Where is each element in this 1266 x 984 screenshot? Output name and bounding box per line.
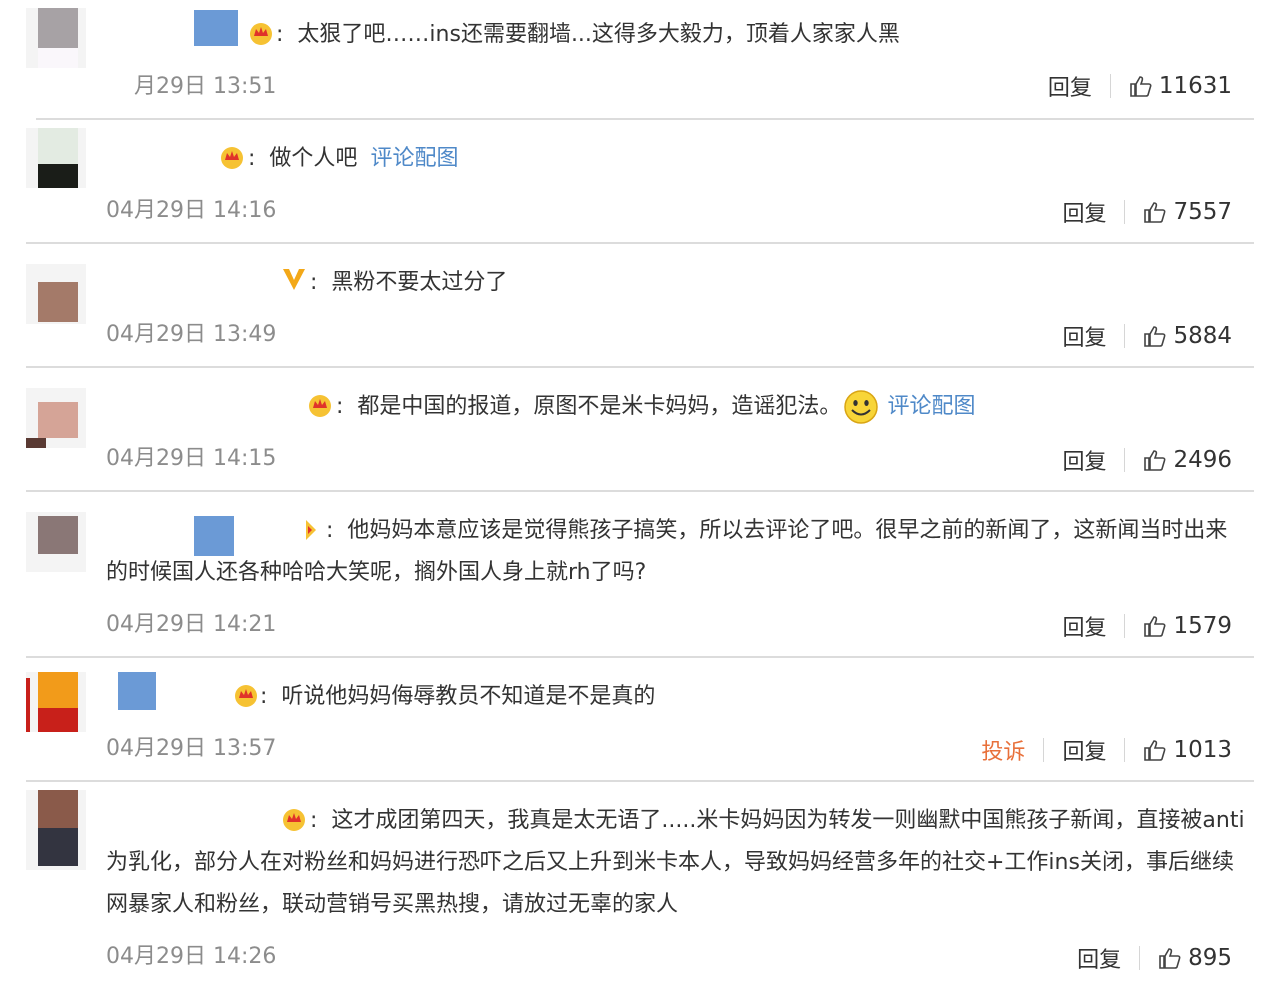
crown-badge-icon [221, 147, 243, 169]
crown-badge-icon [309, 395, 331, 417]
reply-button[interactable]: 回复 [1062, 320, 1106, 352]
divider [1124, 614, 1126, 638]
comment-item: : 他妈妈本意应该是觉得熊孩子搞笑，所以去评论了吧。很早之前的新闻了，这新闻当时出… [0, 492, 1266, 656]
comment-actions: 回复 2496 [1062, 444, 1232, 476]
thumbs-up-icon [1144, 616, 1166, 637]
comment-item: : 听说他妈妈侮辱教员不知道是不是真的 04月29日 13:57 投诉 回复 10… [0, 658, 1266, 780]
like-button[interactable]: 895 [1158, 945, 1232, 971]
crown-badge-icon [250, 23, 272, 45]
like-button[interactable]: 1579 [1143, 613, 1232, 639]
comment-actions: 回复 895 [1077, 942, 1232, 974]
avatar[interactable] [26, 8, 86, 68]
divider [1124, 448, 1126, 472]
comment-text: : 这才成团第四天，我真是太无语了.....米卡妈妈因为转发一则幽默中国熊孩子新闻… [106, 808, 1245, 917]
thumbs-up-icon [1144, 326, 1166, 347]
username[interactable] [118, 672, 156, 710]
timestamp: 04月29日 14:16 [106, 198, 277, 223]
v-badge-icon [283, 269, 305, 290]
timestamp: 04月29日 13:49 [106, 322, 277, 347]
timestamp: 04月29日 14:15 [106, 446, 277, 471]
avatar[interactable] [26, 388, 86, 448]
comment-actions: 回复 11631 [1048, 70, 1232, 102]
avatar[interactable] [26, 790, 86, 870]
divider [1124, 200, 1126, 224]
avatar[interactable] [26, 128, 86, 188]
divider [1109, 74, 1111, 98]
comment-item: : 这才成团第四天，我真是太无语了.....米卡妈妈因为转发一则幽默中国熊孩子新闻… [0, 782, 1266, 984]
timestamp: 04月29日 14:26 [106, 944, 277, 969]
crown-badge-icon [235, 685, 257, 707]
reply-button[interactable]: 回复 [1062, 734, 1106, 766]
comment-actions: 投诉 回复 1013 [981, 734, 1232, 766]
comment-actions: 回复 1579 [1062, 610, 1232, 642]
divider [1139, 946, 1141, 970]
like-button[interactable]: 5884 [1143, 323, 1232, 349]
comment-actions: 回复 5884 [1062, 320, 1232, 352]
comment-text: : 听说他妈妈侮辱教员不知道是不是真的 [260, 684, 656, 709]
reply-button[interactable]: 回复 [1062, 444, 1106, 476]
avatar[interactable] [26, 672, 86, 732]
like-button[interactable]: 7557 [1143, 199, 1232, 225]
avatar[interactable] [26, 512, 86, 572]
thumbs-up-icon [1144, 740, 1166, 761]
timestamp: 04月29日 14:21 [106, 612, 277, 637]
thumbs-up-icon [1159, 948, 1181, 969]
comment-text: : 他妈妈本意应该是觉得熊孩子搞笑，所以去评论了吧。很早之前的新闻了，这新闻当时出… [106, 518, 1228, 585]
like-button[interactable]: 11631 [1129, 73, 1232, 99]
comment-item: : 黑粉不要太过分了 04月29日 13:49 回复 5884 [0, 244, 1266, 366]
report-button[interactable]: 投诉 [981, 734, 1025, 766]
comment-text: : 都是中国的报道，原图不是米卡妈妈，造谣犯法。 评论配图 [336, 386, 1248, 428]
comment-item: : 做个人吧 评论配图 04月29日 14:16 回复 7557 [0, 120, 1266, 242]
username[interactable] [194, 10, 238, 46]
comment-image-link[interactable]: 评论配图 [370, 146, 458, 171]
reply-button[interactable]: 回复 [1077, 942, 1121, 974]
divider [1043, 738, 1045, 762]
like-button[interactable]: 1013 [1143, 737, 1232, 763]
comment-text: : 太狠了吧……ins还需要翻墙...这得多大毅力，顶着人家家人黑 [276, 22, 900, 47]
like-button[interactable]: 2496 [1143, 447, 1232, 473]
smiley-emoji-icon [844, 390, 879, 424]
divider [1124, 738, 1126, 762]
reply-button[interactable]: 回复 [1062, 610, 1106, 642]
thumbs-up-icon [1130, 76, 1152, 97]
reply-button[interactable]: 回复 [1048, 70, 1092, 102]
comment-text: : 做个人吧 评论配图 [248, 146, 459, 171]
comment-image-link[interactable]: 评论配图 [887, 394, 975, 419]
thumbs-up-icon [1144, 450, 1166, 471]
reply-button[interactable]: 回复 [1062, 196, 1106, 228]
comment-actions: 回复 7557 [1062, 196, 1232, 228]
comment-item: : 太狠了吧……ins还需要翻墙...这得多大毅力，顶着人家家人黑 月29日 13… [0, 0, 1266, 118]
comment-item: : 都是中国的报道，原图不是米卡妈妈，造谣犯法。 评论配图 04月29日 14:15… [0, 368, 1266, 490]
comment-text: : 黑粉不要太过分了 [310, 270, 508, 295]
thumbs-up-icon [1144, 202, 1166, 223]
divider [1124, 324, 1126, 348]
avatar[interactable] [26, 264, 86, 324]
timestamp: 04月29日 13:57 [106, 736, 277, 761]
timestamp: 月29日 13:51 [134, 74, 277, 99]
